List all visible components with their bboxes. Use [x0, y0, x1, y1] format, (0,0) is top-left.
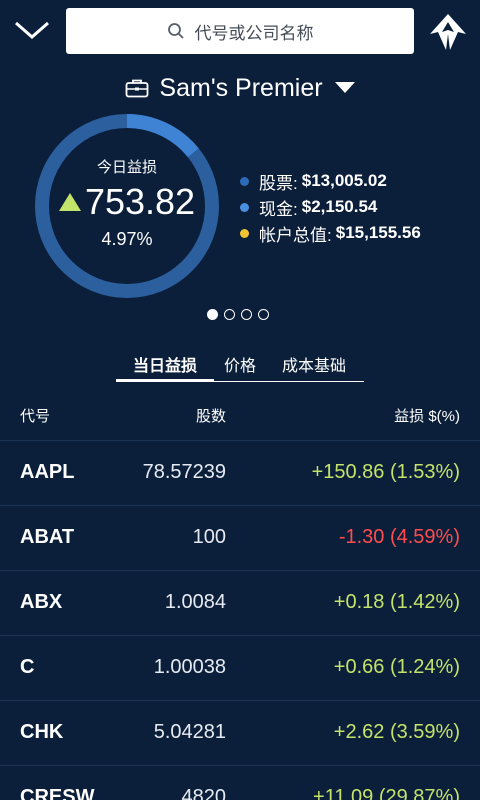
table-row[interactable]: AAPL 78.57239 +150.86 (1.53%): [0, 440, 480, 505]
position-symbol: AAPL: [20, 461, 75, 483]
allocation-legend: 股票: $13,005.02 现金: $2,150.54 帐户总值: $15,1…: [240, 168, 421, 246]
legend-value: $2,150.54: [301, 197, 378, 216]
legend-value: $15,155.56: [335, 223, 421, 242]
position-shares: 4820: [181, 786, 227, 800]
daily-gain-summary: 今日益损 753.82 4.97%: [33, 112, 221, 300]
legend-item-stocks: 股票: $13,005.02: [240, 168, 421, 194]
search-icon: [167, 23, 184, 39]
position-symbol: C: [20, 656, 35, 678]
daily-gain-percent: 4.97%: [101, 229, 153, 249]
tab-price[interactable]: 价格: [214, 348, 266, 380]
position-gain: +150.86 (1.53%): [311, 461, 460, 483]
table-row[interactable]: C 1.00038 +0.66 (1.24%): [0, 635, 480, 700]
daily-gain-label: 今日益损: [96, 159, 157, 176]
account-name: Sam's Premier: [159, 73, 323, 102]
table-row[interactable]: CRESW 4820 +11.09 (29.87%): [0, 765, 480, 800]
position-symbol: CRESW: [20, 786, 95, 800]
tab-daily-gain[interactable]: 当日益损: [116, 348, 214, 382]
search-input[interactable]: 代号或公司名称: [66, 8, 414, 54]
legend-dot: [240, 202, 249, 212]
position-gain: +0.18 (1.42%): [333, 591, 460, 613]
position-gain: +11.09 (29.87%): [313, 786, 460, 800]
position-symbol: ABX: [20, 591, 63, 613]
position-shares: 5.04281: [153, 721, 226, 743]
brand-logo-icon[interactable]: [428, 12, 468, 52]
top-bar: 代号或公司名称: [0, 0, 480, 62]
position-symbol: CHK: [20, 721, 64, 743]
position-gain: +0.66 (1.24%): [333, 656, 460, 678]
table-row[interactable]: ABAT 100 -1.30 (4.59%): [0, 505, 480, 570]
legend-dot: [240, 176, 249, 186]
legend-item-cash: 现金: $2,150.54: [240, 194, 421, 220]
position-shares: 1.00038: [153, 656, 226, 678]
tab-cost-basis[interactable]: 成本基础: [266, 348, 362, 380]
page-dot[interactable]: [224, 309, 235, 320]
column-header-gain[interactable]: 益损 $(%): [394, 405, 460, 426]
account-selector[interactable]: Sam's Premier: [0, 68, 480, 108]
view-tabs: 当日益损 价格 成本基础: [116, 348, 364, 382]
page-dot[interactable]: [241, 309, 252, 320]
briefcase-icon: [126, 79, 149, 98]
caret-down-icon: [334, 82, 355, 93]
daily-gain-value: 753.82: [58, 181, 196, 223]
position-gain: -1.30 (4.59%): [338, 526, 460, 548]
position-shares: 78.57239: [142, 461, 226, 483]
chevron-down-icon[interactable]: [12, 14, 52, 44]
position-shares: 100: [192, 526, 226, 548]
page-dot-active[interactable]: [207, 309, 218, 320]
position-shares: 1.0084: [164, 591, 226, 613]
page-indicator[interactable]: [207, 309, 275, 320]
page-dot[interactable]: [258, 309, 269, 320]
table-header: 代号 股数 益损 $(%): [0, 396, 480, 432]
table-row[interactable]: CHK 5.04281 +2.62 (3.59%): [0, 700, 480, 765]
up-triangle-icon: [58, 193, 81, 211]
search-placeholder: 代号或公司名称: [194, 23, 314, 43]
legend-label: 股票:: [259, 173, 298, 193]
positions-list: AAPL 78.57239 +150.86 (1.53%) ABAT 100 -…: [0, 440, 480, 800]
column-header-shares[interactable]: 股数: [196, 405, 226, 426]
legend-value: $13,005.02: [301, 171, 387, 190]
position-symbol: ABAT: [20, 526, 75, 548]
daily-gain-amount: 753.82: [84, 181, 196, 222]
legend-dot: [240, 228, 249, 238]
table-row[interactable]: ABX 1.0084 +0.18 (1.42%): [0, 570, 480, 635]
legend-label: 帐户总值:: [259, 225, 332, 245]
legend-item-total: 帐户总值: $15,155.56: [240, 220, 421, 246]
position-gain: +2.62 (3.59%): [333, 721, 460, 743]
legend-label: 现金:: [259, 199, 298, 219]
column-header-symbol[interactable]: 代号: [20, 405, 50, 426]
